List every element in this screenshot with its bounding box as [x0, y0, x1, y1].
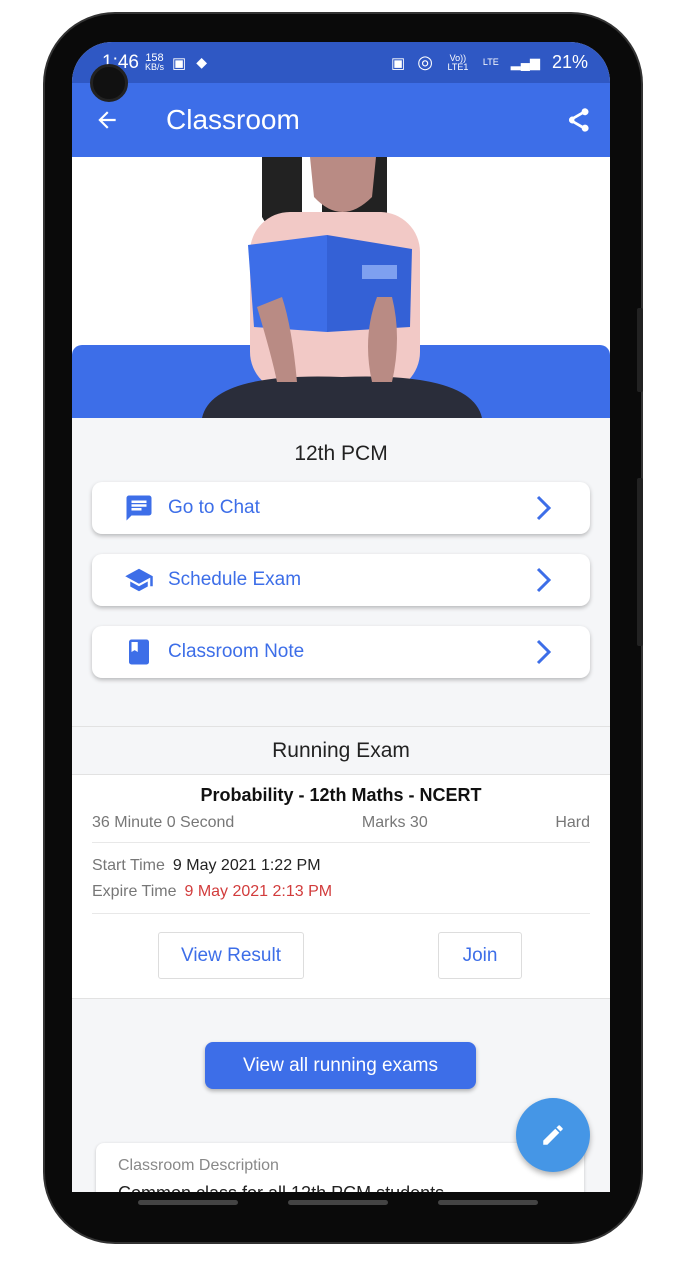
share-icon[interactable]: [564, 106, 592, 134]
app-bar: Classroom: [72, 83, 610, 157]
running-exam-section: Running Exam Probability - 12th Maths - …: [72, 726, 610, 999]
chevron-right-icon: [536, 495, 552, 521]
exam-duration: 36 Minute 0 Second: [92, 814, 235, 831]
pencil-icon: [543, 1125, 563, 1145]
school-icon: [125, 568, 153, 592]
expire-time-label: Expire Time: [92, 883, 177, 900]
exam-marks: Marks 30: [361, 814, 428, 831]
chevron-right-icon: [536, 639, 552, 665]
signal-icon: ▂▄▆: [510, 54, 540, 70]
expire-time-value: 9 May 2021 2:13 PM: [184, 883, 333, 900]
menu-label: Classroom Note: [168, 641, 305, 662]
nav-recents[interactable]: [138, 1200, 238, 1205]
view-all-running-exams-button[interactable]: View all running exams: [205, 1042, 476, 1089]
nav-home[interactable]: [288, 1200, 388, 1205]
classroom-name: 12th PCM: [294, 442, 388, 465]
battery-level: 21%: [551, 52, 588, 72]
book-icon: [129, 639, 149, 665]
power-button: [637, 478, 643, 646]
section-heading: Running Exam: [72, 727, 610, 775]
description-label: Classroom Description: [118, 1157, 279, 1174]
classroom-illustration: [72, 157, 610, 418]
go-to-chat-button[interactable]: Go to Chat: [92, 482, 590, 534]
exam-card: Probability - 12th Maths - NCERT 36 Minu…: [72, 775, 610, 999]
chevron-right-icon: [536, 567, 552, 593]
chat-icon: [126, 495, 152, 521]
description-card: Classroom Description Common class for a…: [96, 1143, 584, 1192]
back-arrow-icon[interactable]: [94, 107, 120, 133]
edit-fab[interactable]: [516, 1098, 590, 1172]
start-time-label: Start Time: [92, 857, 165, 874]
page-title: Classroom: [166, 104, 300, 135]
status-bar: 1:46 158 KB/s ▣ ◆ ▣ ◎ Vo)) LTE1 LTE ▂▄▆ 2…: [72, 42, 610, 83]
screen: 1:46 158 KB/s ▣ ◆ ▣ ◎ Vo)) LTE1 LTE ▂▄▆ 2…: [72, 42, 610, 1192]
description-value: Common class for all 12th PCM students: [118, 1183, 562, 1192]
shopping-bag-icon: ◆: [196, 54, 207, 70]
hotspot-icon: ◎: [417, 52, 433, 72]
classroom-note-button[interactable]: Classroom Note: [92, 626, 590, 678]
menu-label: Go to Chat: [168, 497, 260, 518]
view-result-button[interactable]: View Result: [158, 932, 304, 979]
menu-label: Schedule Exam: [168, 569, 302, 590]
volte-indicator: Vo)) LTE1: [447, 52, 469, 72]
schedule-exam-button[interactable]: Schedule Exam: [92, 554, 590, 606]
volume-button: [637, 308, 643, 392]
join-button[interactable]: Join: [438, 932, 522, 979]
battery-saver-icon: ▣: [391, 54, 406, 72]
exam-difficulty: Hard: [555, 814, 590, 831]
lte-indicator: LTE: [482, 57, 499, 67]
net-speed: 158 KB/s: [144, 51, 164, 72]
front-camera: [90, 64, 128, 102]
exam-title: Probability - 12th Maths - NCERT: [200, 785, 482, 805]
start-time-value: 9 May 2021 1:22 PM: [172, 857, 321, 874]
gallery-icon: ▣: [172, 54, 187, 72]
nav-back[interactable]: [438, 1200, 538, 1205]
